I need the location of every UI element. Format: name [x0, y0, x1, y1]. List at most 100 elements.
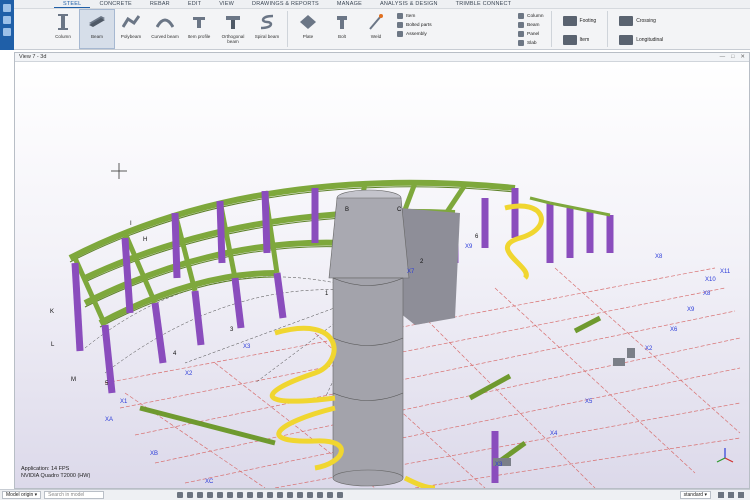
item-profile-icon [193, 17, 205, 28]
concrete-panel-label: Panel [527, 31, 540, 37]
crossing-label: Crossing [636, 18, 656, 24]
ribbon-separator [287, 11, 288, 47]
plate-tool-button[interactable]: Plate [291, 10, 325, 48]
assembly-label: Assembly [406, 31, 427, 37]
longitudinal-icon [619, 35, 634, 45]
tab-rebar[interactable]: REBAR [141, 0, 179, 8]
snap-line-icon[interactable] [337, 492, 344, 498]
weld-select-icon[interactable] [237, 492, 244, 498]
spiral-beam-tool-button[interactable]: Spiral beam [250, 10, 284, 48]
concrete-list: Column Beam Panel Slab [514, 10, 548, 51]
curved-beam-tool-button[interactable]: Curved beam [148, 10, 182, 48]
grid-label-xb: XB [150, 451, 158, 457]
curved-beam-icon [156, 18, 174, 28]
assembly-select-icon[interactable] [247, 492, 254, 498]
point-select-icon[interactable] [257, 492, 264, 498]
model-view-window: View 7 - 3d — □ ✕ X1 XA XB XC X3 X2 X5 X… [14, 52, 750, 489]
concrete-column-label: Column [527, 13, 544, 19]
window-controls: — □ ✕ [720, 54, 745, 60]
polybeam-tool-button[interactable]: Polybeam [114, 10, 148, 48]
tab-view[interactable]: VIEW [210, 0, 243, 8]
grid-label-x11: X11 [720, 269, 731, 275]
grid-tool-icon[interactable] [207, 492, 214, 498]
item-part-label: Item [406, 13, 416, 19]
concrete-beam-label: Beam [527, 22, 540, 28]
object-select-icon[interactable] [297, 492, 304, 498]
part-tool-icon[interactable] [217, 492, 224, 498]
grid-label-x10: X10 [705, 277, 716, 283]
measure-icon[interactable] [3, 28, 11, 36]
select-tool-icon[interactable] [187, 492, 194, 498]
column-tool-button[interactable]: Column [46, 10, 80, 48]
grid-label-xa: XA [105, 417, 113, 423]
item-label: Item [579, 37, 590, 43]
view-select-icon[interactable] [277, 492, 284, 498]
bolt-tool-label: Bolt [338, 34, 346, 39]
bolt-select-icon[interactable] [227, 492, 234, 498]
concrete-panel-icon [518, 31, 524, 37]
grid-number-3: 3 [230, 327, 234, 333]
layers-icon[interactable] [738, 492, 744, 498]
beam-tool-button[interactable]: Beam [79, 9, 115, 49]
grid-label-x8b: X8 [655, 254, 663, 260]
orthogonal-beam-icon [226, 16, 240, 29]
select-arrow-icon[interactable] [3, 4, 11, 12]
concrete-slab-label: Slab [527, 40, 537, 46]
bolted-parts-button[interactable]: Bolted parts [397, 22, 432, 28]
model-origin-label: Model origin [6, 492, 34, 498]
snap-icon[interactable] [3, 16, 11, 24]
tab-drawings-reports[interactable]: DRAWINGS & REPORTS [243, 0, 328, 8]
footing-label: Footing [579, 18, 597, 24]
close-icon[interactable]: ✕ [740, 54, 745, 60]
tab-concrete[interactable]: CONCRETE [90, 0, 140, 8]
filter-tool-icon[interactable] [197, 492, 204, 498]
minimize-icon[interactable]: — [720, 54, 726, 60]
status-toolbar [177, 492, 344, 498]
assembly-button[interactable]: Assembly [397, 31, 432, 37]
weld-tool-label: Weld [370, 34, 382, 39]
component-select-icon[interactable] [287, 492, 294, 498]
3d-model-canvas[interactable]: X1 XA XB XC X3 X2 X5 X4 X2 X6 X9 X8 X10 … [15, 63, 749, 488]
beam-tool-label: Beam [90, 34, 103, 39]
snap-end-icon[interactable] [317, 492, 324, 498]
footing-button[interactable]: Footing [559, 13, 601, 29]
concrete-beam-button[interactable]: Beam [518, 22, 544, 28]
plane-select-icon[interactable] [267, 492, 274, 498]
tab-edit[interactable]: EDIT [179, 0, 210, 8]
snap-tool-icon[interactable] [177, 492, 184, 498]
item-button[interactable]: Item [559, 32, 601, 48]
grid-letter-m: M [71, 377, 76, 383]
item-profile-tool-button[interactable]: Item profile [182, 10, 216, 48]
maximize-icon[interactable]: □ [731, 54, 734, 60]
search-input[interactable]: Search in model [44, 491, 105, 499]
concrete-column-button[interactable]: Column [518, 13, 544, 19]
model-origin-dropdown[interactable]: Model origin ▾ [2, 491, 42, 499]
concrete-slab-button[interactable]: Slab [518, 40, 544, 46]
grid-label-x3b: X3 [495, 462, 503, 468]
tab-steel[interactable]: STEEL [54, 0, 91, 8]
concrete-slab-icon [518, 40, 524, 46]
snap-center-icon[interactable] [327, 492, 334, 498]
polybeam-tool-label: Polybeam [120, 34, 142, 39]
weld-tool-button[interactable]: Weld [359, 10, 393, 48]
lock-icon[interactable] [728, 492, 734, 498]
concrete-panel-button[interactable]: Panel [518, 31, 544, 37]
tab-manage[interactable]: MANAGE [328, 0, 371, 8]
tab-trimble-connect[interactable]: TRIMBLE CONNECT [447, 0, 521, 8]
axis-indicator [716, 448, 734, 463]
snap-mid-icon[interactable] [307, 492, 314, 498]
tab-analysis-design[interactable]: ANALYSIS & DESIGN [371, 0, 447, 8]
grid-label-x5: X5 [585, 399, 593, 405]
grid-label-x6: X6 [670, 327, 678, 333]
grid-label-x1: X1 [120, 399, 128, 405]
standard-dropdown[interactable]: standard ▾ [679, 491, 711, 499]
crossing-button[interactable]: Crossing [615, 13, 667, 29]
item-part-button[interactable]: Item [397, 13, 432, 19]
weld-icon [369, 14, 383, 30]
settings-icon[interactable] [718, 492, 724, 498]
orthogonal-beam-tool-button[interactable]: Orthogonal beam [216, 10, 250, 48]
spiral-beam-icon [260, 14, 274, 30]
grid-label-xc: XC [205, 479, 214, 485]
longitudinal-button[interactable]: Longitudinal [615, 32, 667, 48]
bolt-tool-button[interactable]: Bolt [325, 10, 359, 48]
